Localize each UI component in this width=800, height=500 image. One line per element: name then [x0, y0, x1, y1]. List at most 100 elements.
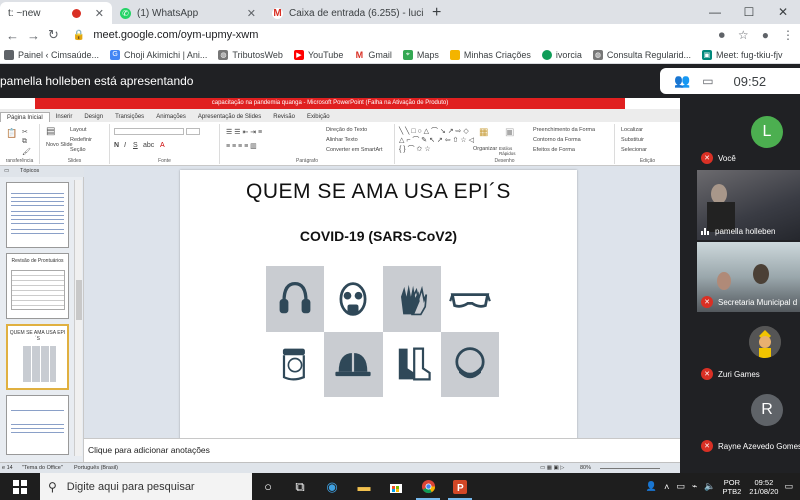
font-name-select[interactable] [114, 128, 184, 135]
zoom-slider[interactable] [600, 468, 660, 469]
bookmark-2[interactable]: ◍ TributosWeb [218, 49, 283, 60]
font-size-select[interactable] [186, 128, 200, 135]
bold-icon[interactable]: N [114, 142, 119, 149]
task-view-icon[interactable]: ⧉ [284, 473, 316, 500]
network-icon[interactable]: ⌁ [692, 481, 697, 492]
copy-icon[interactable]: ⧉ [22, 138, 27, 146]
reload-icon[interactable]: ↻ [48, 27, 59, 43]
bookmark-meet[interactable]: ▣ Meet: fug-tkiu-fjv [701, 49, 782, 60]
participant-tile-2[interactable]: ✕ Secretaria Municipal d [697, 242, 800, 312]
slide-thumbnail-2[interactable]: Revisão de Prontuários [6, 253, 69, 319]
outline-tab[interactable]: Tópicos [20, 168, 39, 174]
bullets-icon[interactable]: ☰ ☰ ⇤ ⇥ ≡ [226, 128, 262, 136]
camera-icon[interactable]: ⏺ [719, 28, 725, 42]
bookmark-ivorcia[interactable]: ivorcia [541, 49, 582, 60]
cut-icon[interactable]: ✂ [22, 128, 28, 136]
pp-tab-view[interactable]: Exibição [301, 112, 336, 122]
thumb-scrollbar[interactable] [74, 180, 82, 456]
slide-thumbnail-3-selected[interactable]: QUEM SE AMA USA EPI´S [6, 324, 69, 390]
minimize-icon[interactable]: — [698, 5, 732, 19]
pp-tab-insert[interactable]: Inserir [50, 112, 79, 122]
slide-thumbnail-1[interactable] [6, 182, 69, 248]
close-window-icon[interactable]: ✕ [766, 5, 800, 19]
bookmark-1[interactable]: G Choji Akimichi | Ani... [110, 49, 207, 60]
menu-icon[interactable]: ⋮ [782, 28, 794, 42]
browser-tab-meet[interactable]: t: ~new ✕ [0, 2, 112, 24]
select-button[interactable]: Selecionar [621, 147, 647, 153]
people-icon[interactable]: 👤 [646, 481, 657, 492]
paste-icon[interactable]: 📋 [6, 128, 17, 139]
slide-subtitle[interactable]: COVID-19 (SARS-CoV2) [180, 228, 577, 244]
new-slide-button[interactable]: Novo Slide [46, 142, 73, 148]
reset-button[interactable]: Redefinir [70, 137, 92, 143]
slide-title[interactable]: QUEM SE AMA USA EPI´S [180, 180, 577, 204]
participant-tile-0[interactable]: L ✕ Você [697, 98, 800, 168]
new-tab-button[interactable]: + [424, 4, 449, 24]
view-buttons[interactable]: ▭ ▦ ▣ ▷ [540, 465, 564, 471]
cortana-icon[interactable]: ○ [252, 473, 284, 500]
pp-tab-transitions[interactable]: Transições [109, 112, 150, 122]
chevron-up-icon[interactable]: ˄ [664, 482, 669, 492]
arrange-icon[interactable]: ▦ [479, 127, 488, 138]
store-icon[interactable] [380, 473, 412, 500]
edge-icon[interactable]: ◉ [316, 473, 348, 500]
notifications-icon[interactable]: ▭ [784, 481, 793, 492]
smartart-button[interactable]: Converter em SmartArt [326, 147, 383, 153]
participant-tile-1[interactable]: pamella holleben [697, 170, 800, 240]
epi-image-grid[interactable] [266, 266, 499, 397]
bookmark-maps[interactable]: ⌖ Maps [402, 49, 439, 60]
notes-pane[interactable]: Clique para adicionar anotações [84, 438, 680, 462]
find-button[interactable]: Localizar [621, 127, 643, 133]
new-slide-icon[interactable]: ▤ [46, 126, 55, 137]
maximize-icon[interactable]: ☐ [732, 5, 766, 19]
italic-icon[interactable]: I [124, 142, 126, 149]
volume-icon[interactable]: 🔈 [704, 481, 715, 492]
chat-icon[interactable]: ▭ [702, 74, 713, 88]
chrome-icon[interactable] [412, 473, 444, 500]
layout-button[interactable]: Layout [70, 127, 87, 133]
arrange-button[interactable]: Organizar [473, 146, 497, 152]
close-icon[interactable]: ✕ [95, 7, 104, 20]
participant-tile-3[interactable]: ✕ Zuri Games [697, 314, 800, 384]
pp-tab-review[interactable]: Revisão [267, 112, 301, 122]
bookmark-youtube[interactable]: ▶ YouTube [293, 49, 343, 60]
browser-tab-gmail[interactable]: M Caixa de entrada (6.255) - lucian ✕ [264, 2, 424, 24]
taskbar-search-input[interactable]: ⚲ Digite aqui para pesquisar [40, 473, 252, 500]
browser-tab-whatsapp[interactable]: ✆ (1) WhatsApp ✕ [112, 2, 264, 24]
strikethrough-icon[interactable]: abc [143, 142, 154, 149]
bookmark-folder[interactable]: Minhas Criações [449, 49, 531, 60]
slide-thumbnail-4[interactable] [6, 395, 69, 455]
forward-icon[interactable]: → [27, 28, 40, 43]
current-slide[interactable]: QUEM SE AMA USA EPI´S COVID-19 (SARS-CoV… [180, 170, 577, 440]
people-icon[interactable]: 👥 [674, 73, 690, 89]
bookmark-0[interactable]: Painel ‹ Cimsaúde... [4, 49, 99, 60]
participant-tile-4[interactable]: R ✕ Rayne Azevedo Gomes [697, 386, 800, 456]
windows-start-button[interactable] [0, 473, 40, 500]
font-color-icon[interactable]: A [160, 142, 165, 149]
profile-icon[interactable]: ● [762, 28, 769, 42]
underline-icon[interactable]: S [133, 142, 138, 149]
star-icon[interactable]: ☆ [738, 28, 749, 42]
bookmark-consulta[interactable]: ◍ Consulta Regularid... [592, 49, 691, 60]
back-icon[interactable]: ← [6, 28, 19, 43]
section-button[interactable]: Seção [70, 147, 86, 153]
align-icons[interactable]: ≡ ≡ ≡ ≡ ▥ [226, 142, 257, 150]
pp-tab-slideshow[interactable]: Apresentação de Slides [192, 112, 267, 122]
url-input[interactable]: 🔒 meet.google.com/oym-upmy-xwm [67, 26, 709, 44]
pp-tab-design[interactable]: Design [78, 112, 109, 122]
slides-tab-icon[interactable]: ▭ [4, 168, 9, 174]
language-indicator[interactable]: POR PTB2 [723, 478, 742, 496]
pp-tab-animations[interactable]: Animações [150, 112, 192, 122]
shapes-gallery-row3[interactable]: { } ⌒ ✩ ☆ [399, 144, 431, 154]
shape-effects-button[interactable]: Efeitos de Forma [533, 147, 575, 153]
replace-button[interactable]: Substituir [621, 137, 644, 143]
shape-outline-button[interactable]: Contorno da Forma [533, 137, 581, 143]
close-icon[interactable]: ✕ [247, 7, 256, 20]
align-text-button[interactable]: Alinhar Texto [326, 137, 358, 143]
taskbar-clock[interactable]: 09:52 21/08/20 [749, 478, 778, 496]
bookmark-gmail[interactable]: M Gmail [354, 49, 392, 60]
shape-fill-button[interactable]: Preenchimento da Forma [533, 127, 595, 133]
quick-styles-button[interactable]: Estilos Rápidos [499, 146, 523, 156]
text-direction-button[interactable]: Direção do Texto [326, 127, 367, 133]
powerpoint-icon[interactable]: P [444, 473, 476, 500]
